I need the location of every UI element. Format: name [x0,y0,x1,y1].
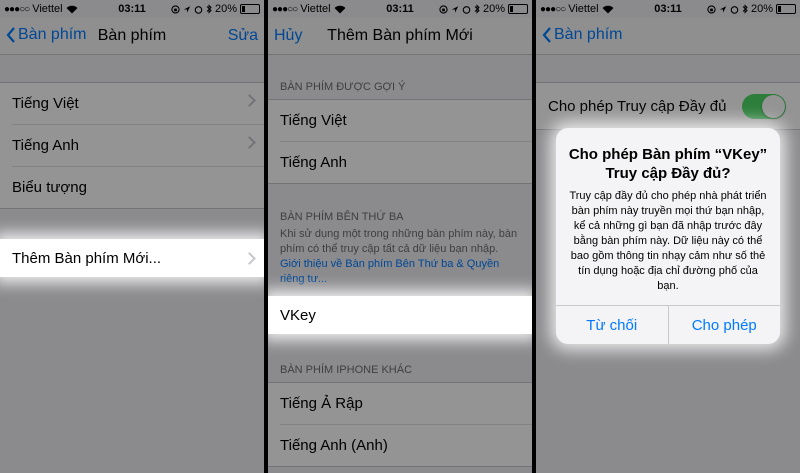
alarm-icon [730,5,739,14]
vkey-label: VKey [280,306,316,324]
lock-rotation-icon [707,4,716,14]
chevron-right-icon [243,252,256,265]
navigation-bar: Bàn phím [536,18,800,55]
section-header-third-party: BÀN PHÍM BÊN THỨ BA [280,211,404,223]
alert-buttons: Từ chối Cho phép [556,305,780,344]
list-item-label: Tiếng Ả Rập [280,395,363,412]
chevron-right-icon [243,136,256,149]
vkey-settings-screen: ●●●○○ Viettel 03:11 20% Bàn phím Cho phé… [536,0,800,473]
back-button[interactable]: Bàn phím [542,26,622,44]
page-title: Thêm Bàn phím Mới [327,27,473,44]
lock-rotation-icon [171,4,180,14]
dim-overlay [0,0,264,473]
bluetooth-icon [742,4,748,14]
edit-button[interactable]: Sửa [228,27,258,45]
add-new-keyboard-label: Thêm Bàn phím Mới... [12,249,162,267]
allow-button[interactable]: Cho phép [669,306,781,344]
list-item-label: Tiếng Anh [280,154,347,171]
vkey-keyboard-item[interactable]: VKey [268,296,532,334]
suggested-keyboard-list: Tiếng Việt Tiếng Anh [268,99,532,184]
other-keyboard-list: Tiếng Ả Rập Tiếng Anh (Anh) [268,382,532,467]
deny-button[interactable]: Từ chối [556,306,669,344]
alert-message: Truy cập đầy đủ cho phép nhà phát triển … [569,190,767,292]
list-item-label: Tiếng Anh [12,137,79,154]
lock-rotation-icon [439,4,448,14]
list-item-label: Tiếng Việt [12,95,79,112]
allow-full-access-label: Cho phép Truy cập Đầy đủ [548,97,727,115]
full-access-alert: Cho phép Bàn phím “VKey” Truy cập Đầy đủ… [556,128,780,344]
battery-icon [240,4,260,14]
section-header-other: BÀN PHÍM IPHONE KHÁC [280,364,413,376]
keyboard-item-emoji[interactable]: Biểu tượng [12,167,264,208]
allow-full-access-row: Cho phép Truy cập Đầy đủ [548,83,800,129]
battery-percent: 20% [482,3,505,15]
chevron-left-icon [542,27,551,43]
keyboard-item-arabic[interactable]: Tiếng Ả Rập [280,383,532,425]
back-button-label: Bàn phím [554,26,623,43]
location-icon [719,5,727,13]
status-bar: ●●●○○ Viettel 03:11 20% [0,0,264,18]
battery-icon [508,4,528,14]
navigation-bar: Bàn phím Bàn phím Sửa [0,18,264,55]
location-icon [451,5,459,13]
battery-icon [776,4,796,14]
status-bar: ●●●○○ Viettel 03:11 20% [268,0,532,18]
list-item-label: Tiếng Việt [280,112,347,129]
keyboard-item-english[interactable]: Tiếng Anh [12,125,264,167]
alarm-icon [462,5,471,14]
battery-percent: 20% [214,3,237,15]
battery-percent: 20% [750,3,773,15]
alarm-icon [194,5,203,14]
keyboards-screen: ●●●○○ Viettel 03:11 20% Bàn phím Bàn phí… [0,0,264,473]
chevron-right-icon [243,94,256,107]
keyboard-item-english-uk[interactable]: Tiếng Anh (Anh) [280,425,532,466]
list-item-label: Tiếng Anh (Anh) [280,437,388,454]
list-item-label: Biểu tượng [12,179,87,196]
location-icon [183,5,191,13]
section-header-suggested: BÀN PHÍM ĐƯỢC GỢI Ý [280,81,406,93]
page-title: Bàn phím [97,27,167,44]
navigation-bar: Hủy Thêm Bàn phím Mới [268,18,532,55]
keyboard-item-vietnamese[interactable]: Tiếng Việt [12,83,264,125]
bluetooth-icon [474,4,480,14]
third-party-note-text: Khi sử dụng một trong những bàn phím này… [280,228,518,255]
full-access-toggle[interactable] [742,94,786,119]
settings-list: Cho phép Truy cập Đầy đủ [536,82,800,130]
alert-title: Cho phép Bàn phím “VKey” Truy cập Đầy đủ… [568,146,768,182]
bluetooth-icon [206,4,212,14]
keyboard-item-vietnamese[interactable]: Tiếng Việt [280,100,532,142]
add-keyboard-screen: ●●●○○ Viettel 03:11 20% Hủy Thêm Bàn phí… [268,0,532,473]
keyboard-list: Tiếng Việt Tiếng Anh Biểu tượng [0,82,264,209]
third-party-privacy-link[interactable]: Giới thiệu về Bàn phím Bên Thứ ba & Quyề… [280,258,499,285]
status-bar: ●●●○○ Viettel 03:11 20% [536,0,800,18]
third-party-note: Khi sử dụng một trong những bàn phím này… [280,227,522,287]
add-new-keyboard-button[interactable]: Thêm Bàn phím Mới... [0,239,264,277]
keyboard-item-english[interactable]: Tiếng Anh [280,142,532,183]
